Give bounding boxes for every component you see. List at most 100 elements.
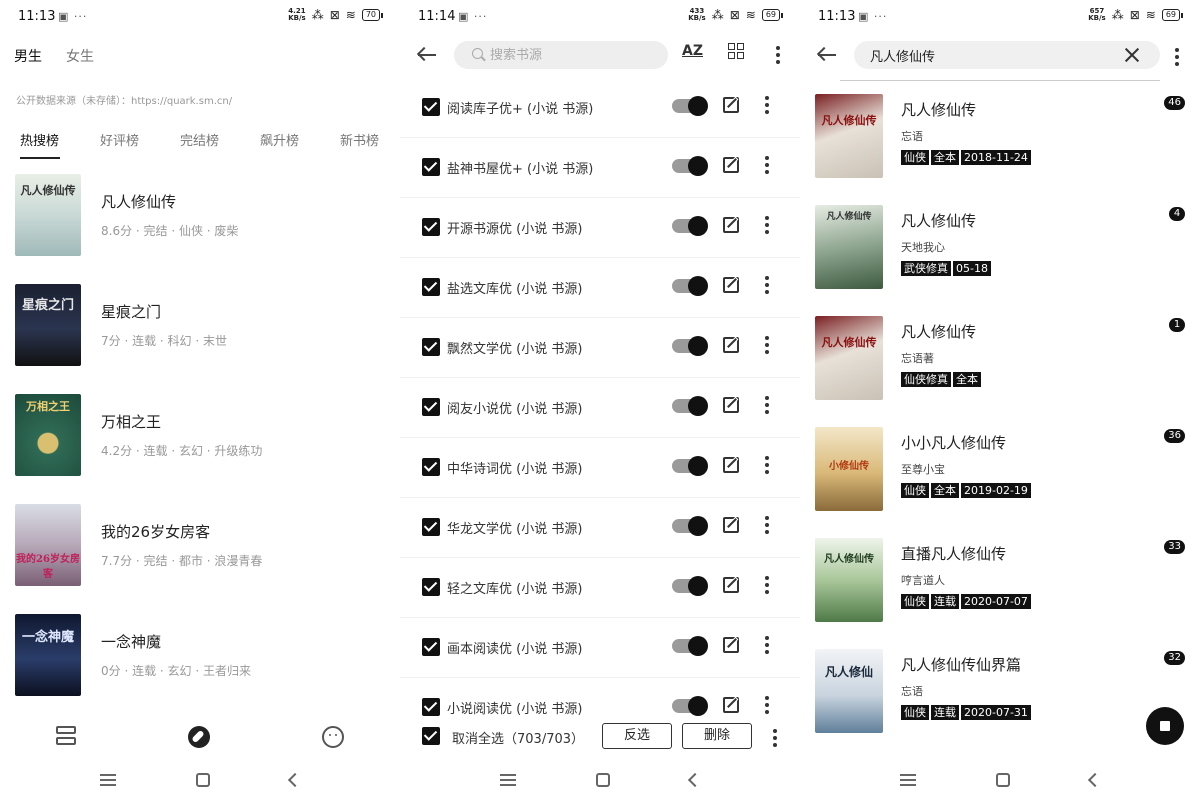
edit-icon[interactable] xyxy=(723,697,739,713)
edit-icon[interactable] xyxy=(723,577,739,593)
row-more-icon[interactable] xyxy=(765,456,769,477)
source-checkbox[interactable] xyxy=(422,158,440,176)
row-more-icon[interactable] xyxy=(765,696,769,717)
stop-search-button[interactable] xyxy=(1146,707,1184,745)
row-more-icon[interactable] xyxy=(765,396,769,417)
back-icon[interactable] xyxy=(687,772,703,788)
tab-rising[interactable]: 飙升榜 xyxy=(260,130,299,149)
source-enable-toggle[interactable] xyxy=(672,336,708,356)
recents-icon[interactable] xyxy=(100,774,116,786)
source-enable-toggle[interactable] xyxy=(672,96,708,116)
search-result-item[interactable]: 凡人修仙传 凡人修仙传 天地我心 武侠修真 05-18 4 xyxy=(800,205,1200,316)
source-row[interactable]: 华龙文学优 (小说 书源) xyxy=(400,498,800,558)
source-enable-toggle[interactable] xyxy=(672,156,708,176)
source-enable-toggle[interactable] xyxy=(672,276,708,296)
row-more-icon[interactable] xyxy=(765,216,769,237)
row-more-icon[interactable] xyxy=(765,156,769,177)
back-icon[interactable] xyxy=(287,772,303,788)
book-list-item[interactable]: 一念神魔 一念神魔 0分 · 连载 · 玄幻 · 王者归来 xyxy=(0,614,400,714)
search-result-item[interactable]: 凡人修仙传 凡人修仙传 忘语 仙侠 全本 2018-11-24 46 xyxy=(800,94,1200,205)
tab-completed[interactable]: 完结榜 xyxy=(180,130,219,149)
source-row[interactable]: 中华诗词优 (小说 书源) xyxy=(400,438,800,498)
tab-female[interactable]: 女生 xyxy=(66,46,94,66)
source-enable-toggle[interactable] xyxy=(672,696,708,716)
edit-icon[interactable] xyxy=(723,637,739,653)
source-checkbox[interactable] xyxy=(422,458,440,476)
source-row[interactable]: 盐神书屋优+ (小说 书源) xyxy=(400,138,800,198)
source-checkbox[interactable] xyxy=(422,398,440,416)
invert-selection-button[interactable]: 反选 xyxy=(602,723,672,749)
source-row[interactable]: 画本阅读优 (小说 书源) xyxy=(400,618,800,678)
sort-az-button[interactable]: AZ xyxy=(682,43,703,59)
tab-new-books[interactable]: 新书榜 xyxy=(340,130,379,149)
discover-compass-icon[interactable] xyxy=(188,726,210,748)
select-all-checkbox[interactable] xyxy=(422,727,440,745)
edit-icon[interactable] xyxy=(723,277,739,293)
profile-face-icon[interactable] xyxy=(322,726,344,748)
source-enable-toggle[interactable] xyxy=(672,516,708,536)
bookshelf-icon[interactable] xyxy=(56,726,78,748)
home-icon[interactable] xyxy=(996,773,1010,787)
source-search-input[interactable] xyxy=(454,41,668,69)
edit-icon[interactable] xyxy=(723,517,739,533)
source-checkbox[interactable] xyxy=(422,578,440,596)
source-count-badge: 33 xyxy=(1164,540,1185,554)
source-row[interactable]: 开源书源优 (小说 书源) xyxy=(400,198,800,258)
search-result-item[interactable]: 凡人修仙传 凡人修仙传 忘语著 仙侠修真 全本 1 xyxy=(800,316,1200,427)
clear-search-icon[interactable] xyxy=(1124,47,1140,63)
edit-icon[interactable] xyxy=(723,337,739,353)
more-options-icon[interactable] xyxy=(1175,48,1179,69)
source-row[interactable]: 阅读库子优+ (小说 书源) xyxy=(400,78,800,138)
search-result-item[interactable]: 凡人修仙 凡人修仙传仙界篇 忘语 仙侠 连载 2020-07-31 32 xyxy=(800,649,1200,760)
back-arrow-icon[interactable] xyxy=(416,46,438,64)
source-row[interactable]: 阅友小说优 (小说 书源) xyxy=(400,378,800,438)
source-row[interactable]: 盐选文库优 (小说 书源) xyxy=(400,258,800,318)
group-icon[interactable] xyxy=(728,43,746,61)
source-enable-toggle[interactable] xyxy=(672,576,708,596)
book-list-item[interactable]: 凡人修仙传 凡人修仙传 8.6分 · 完结 · 仙侠 · 废柴 xyxy=(0,174,400,274)
back-icon[interactable] xyxy=(1087,772,1103,788)
edit-icon[interactable] xyxy=(723,217,739,233)
row-more-icon[interactable] xyxy=(765,576,769,597)
tab-hot-search[interactable]: 热搜榜 xyxy=(20,130,59,149)
source-checkbox[interactable] xyxy=(422,518,440,536)
recents-icon[interactable] xyxy=(500,774,516,786)
home-icon[interactable] xyxy=(596,773,610,787)
book-list-item[interactable]: 我的26岁女房客 我的26岁女房客 7.7分 · 完结 · 都市 · 浪漫青春 xyxy=(0,504,400,604)
search-result-item[interactable]: 凡人修仙传 直播凡人修仙传 哼言道人 仙侠 连载 2020-07-07 33 xyxy=(800,538,1200,649)
source-enable-toggle[interactable] xyxy=(672,216,708,236)
source-row[interactable]: 飘然文学优 (小说 书源) xyxy=(400,318,800,378)
source-enable-toggle[interactable] xyxy=(672,396,708,416)
edit-icon[interactable] xyxy=(723,97,739,113)
source-checkbox[interactable] xyxy=(422,98,440,116)
search-result-item[interactable]: 小修仙传 小小凡人修仙传 至尊小宝 仙侠 全本 2019-02-19 36 xyxy=(800,427,1200,538)
recents-icon[interactable] xyxy=(900,774,916,786)
bar-more-icon[interactable] xyxy=(773,729,777,750)
edit-icon[interactable] xyxy=(723,157,739,173)
source-checkbox[interactable] xyxy=(422,278,440,296)
book-list-item[interactable]: 万相之王 万相之王 4.2分 · 连载 · 玄幻 · 升级练功 xyxy=(0,394,400,494)
source-enable-toggle[interactable] xyxy=(672,636,708,656)
source-checkbox[interactable] xyxy=(422,698,440,716)
row-more-icon[interactable] xyxy=(765,96,769,117)
source-checkbox[interactable] xyxy=(422,638,440,656)
row-more-icon[interactable] xyxy=(765,636,769,657)
back-arrow-icon[interactable] xyxy=(816,46,838,64)
select-all-label[interactable]: 取消全选（703/703） xyxy=(452,728,584,747)
book-list-item[interactable]: 星痕之门 星痕之门 7分 · 连载 · 科幻 · 末世 xyxy=(0,284,400,384)
row-more-icon[interactable] xyxy=(765,276,769,297)
source-enable-toggle[interactable] xyxy=(672,456,708,476)
edit-icon[interactable] xyxy=(723,457,739,473)
row-more-icon[interactable] xyxy=(765,336,769,357)
tab-male[interactable]: 男生 xyxy=(14,46,42,66)
more-options-icon[interactable] xyxy=(776,46,780,67)
row-more-icon[interactable] xyxy=(765,516,769,537)
edit-icon[interactable] xyxy=(723,397,739,413)
source-row[interactable]: 轻之文库优 (小说 书源) xyxy=(400,558,800,618)
source-checkbox[interactable] xyxy=(422,338,440,356)
home-icon[interactable] xyxy=(196,773,210,787)
source-checkbox[interactable] xyxy=(422,218,440,236)
tab-top-rated[interactable]: 好评榜 xyxy=(100,130,139,149)
delete-button[interactable]: 删除 xyxy=(682,723,752,749)
book-search-input[interactable] xyxy=(854,41,1124,69)
